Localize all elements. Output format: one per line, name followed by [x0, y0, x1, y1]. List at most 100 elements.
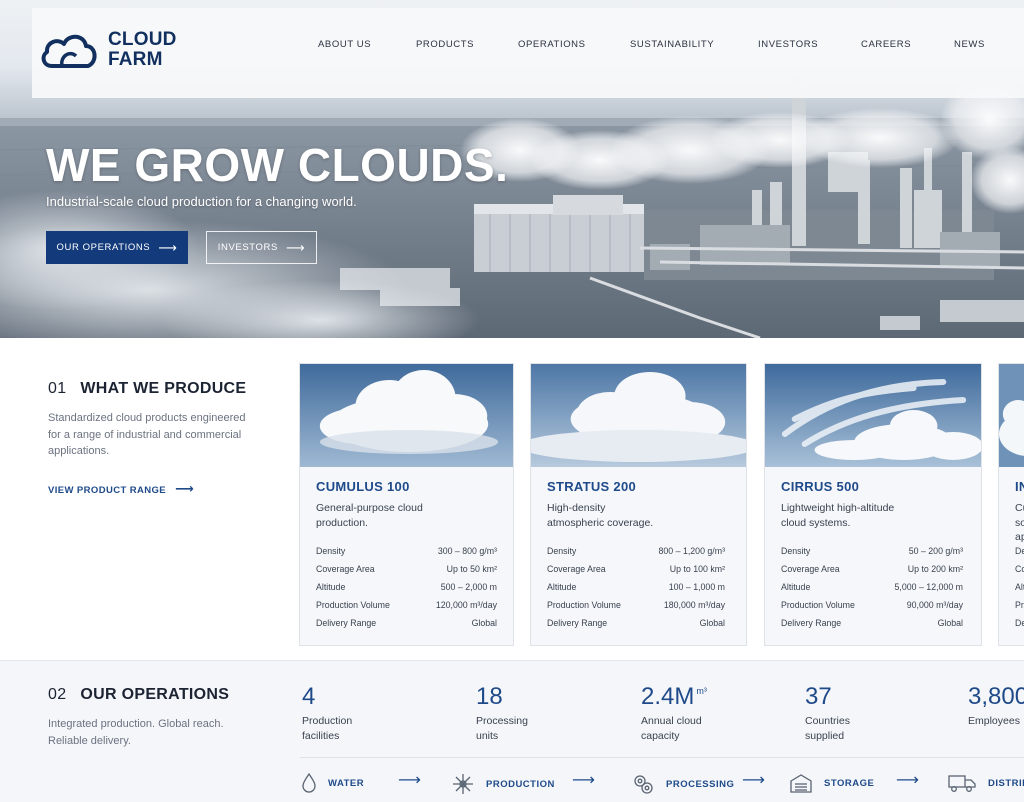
spec-label: Density	[781, 546, 811, 556]
snowflake-icon	[453, 774, 473, 794]
what-we-produce-section: 01 WHAT WE PRODUCE Standardized cloud pro…	[0, 338, 1024, 660]
flow-step-label: WATER	[328, 777, 365, 789]
stat-label: Employees	[968, 714, 1024, 729]
stat-value: 4	[302, 683, 352, 711]
nav-about-us[interactable]: ABOUT US	[318, 39, 371, 50]
investors-button[interactable]: INVESTORS ⟶	[206, 231, 317, 264]
spec-label: Delivery Range	[547, 618, 608, 628]
hero-subtitle: Industrial-scale cloud production for a …	[46, 194, 357, 209]
stat-label-line: capacity	[641, 730, 680, 742]
stat-label: Annual cloud capacity	[641, 714, 707, 744]
arrow-right-icon: ⟶	[175, 481, 195, 496]
flow-step-label: DISTRIB	[988, 777, 1024, 789]
product-name: CIRRUS 500	[781, 479, 860, 494]
spec-value: Global	[699, 618, 725, 628]
spec-value: 300 – 800 g/m³	[437, 546, 497, 556]
product-description: Cu so ap	[1015, 502, 1024, 543]
product-name: STRATUS 200	[547, 479, 637, 494]
stat-capacity: 2.4M m³ Annual cloud capacity	[641, 683, 707, 744]
product-card-partial[interactable]: IN Cu so ap De Co Alt Pr De	[998, 363, 1024, 646]
stat-label-line: Employees	[968, 715, 1020, 727]
spec-label: Altitude	[316, 582, 346, 592]
our-operations-section: 02 OUR OPERATIONS Integrated production. …	[0, 660, 1024, 802]
product-description: General-purpose cloud production.	[316, 502, 423, 529]
section-number: 02	[48, 686, 67, 703]
spec-value: 500 – 2,000 m	[440, 582, 497, 592]
arrow-right-icon: ⟶	[742, 772, 765, 789]
hero-title: WE GROW CLOUDS.	[46, 139, 509, 191]
nav-careers[interactable]: CAREERS	[861, 39, 911, 50]
flow-step-storage: STORAGE	[790, 773, 874, 793]
spec-row-coverage: Coverage Area Up to 100 km²	[547, 564, 725, 574]
stat-label: Countries supplied	[805, 714, 850, 744]
stat-number: 18	[476, 683, 503, 710]
spec-label: Delivery Range	[781, 618, 842, 628]
spec-value: Up to 100 km²	[669, 564, 725, 574]
arrow-right-icon: ⟶	[398, 772, 421, 789]
spec-value: 90,000 m³/day	[906, 600, 963, 610]
flow-step-label: PRODUCTION	[486, 778, 555, 790]
spec-label: Production Volume	[547, 600, 621, 610]
nav-operations[interactable]: OPERATIONS	[518, 39, 586, 50]
gears-icon	[634, 775, 653, 794]
product-card-cumulus[interactable]: CUMULUS 100 General-purpose cloud produc…	[299, 363, 514, 646]
card-body: CUMULUS 100 General-purpose cloud produc…	[316, 479, 499, 530]
spec-row-coverage: Coverage Area Up to 200 km²	[781, 564, 963, 574]
flow-step-processing: PROCESSING	[632, 773, 734, 795]
our-operations-button[interactable]: OUR OPERATIONS ⟶	[46, 231, 188, 264]
nav-news[interactable]: NEWS	[954, 39, 985, 50]
arrow-right-icon: ⟶	[896, 772, 919, 789]
investors-button-label: INVESTORS	[217, 242, 278, 253]
spec-row-delivery: Delivery Range Global	[781, 618, 963, 628]
spec-row-delivery: Delivery Range Global	[547, 618, 725, 628]
spec-row-altitude: Alt	[1015, 582, 1024, 592]
stat-employees: 3,800 Employees	[968, 683, 1024, 729]
card-body: STRATUS 200 High-density atmospheric cov…	[547, 479, 732, 530]
flow-step-label: STORAGE	[824, 777, 875, 789]
nav-investors[interactable]: INVESTORS	[758, 39, 818, 50]
spec-row-density: Density 800 – 1,200 g/m³	[547, 546, 725, 556]
spec-value: Global	[937, 618, 963, 628]
arrow-right-icon: ⟶	[285, 239, 306, 255]
spec-row-density: De	[1015, 546, 1024, 556]
stat-value: 37	[805, 683, 850, 711]
spec-row-coverage: Co	[1015, 564, 1024, 574]
section-description: Integrated production. Global reach. Rel…	[48, 718, 224, 747]
product-description: Lightweight high-altitude cloud systems.	[781, 502, 895, 529]
stat-label-line: supplied	[805, 730, 845, 742]
spec-row-volume: Production Volume 90,000 m³/day	[781, 600, 963, 610]
stat-label-line: Production	[302, 715, 353, 727]
spec-label: Coverage Area	[547, 564, 606, 574]
spec-label: Altitude	[547, 582, 577, 592]
main-nav: ABOUT US PRODUCTS OPERATIONS SUSTAINABIL…	[0, 39, 1024, 53]
product-card-cirrus[interactable]: CIRRUS 500 Lightweight high-altitude clo…	[764, 363, 982, 646]
flow-step-label: PROCESSING	[666, 778, 735, 790]
product-name: CUMULUS 100	[316, 479, 410, 494]
cloud-image	[999, 364, 1024, 467]
truck-icon	[948, 775, 976, 792]
spec-value: 50 – 200 g/m³	[908, 546, 963, 556]
spec-value: 120,000 m³/day	[435, 600, 497, 610]
view-product-range-link[interactable]: VIEW PRODUCT RANGE ⟶	[48, 481, 195, 496]
arrow-right-icon: ⟶	[158, 239, 178, 255]
spec-row-volume: Production Volume 180,000 m³/day	[547, 600, 725, 610]
nav-sustainability[interactable]: SUSTAINABILITY	[630, 39, 714, 50]
spec-label: Coverage Area	[781, 564, 840, 574]
brand-name-line2: FARM	[108, 49, 163, 70]
stat-value: 3,800	[968, 683, 1024, 711]
spec-value: Global	[471, 618, 497, 628]
product-card-stratus[interactable]: STRATUS 200 High-density atmospheric cov…	[530, 363, 747, 646]
water-drop-icon	[302, 773, 316, 793]
nav-products[interactable]: PRODUCTS	[416, 39, 474, 50]
spec-label: Co	[1015, 564, 1024, 574]
stat-number: 4	[302, 683, 316, 710]
section-title-produce: 01 WHAT WE PRODUCE	[48, 380, 246, 398]
stat-label: Production facilities	[302, 714, 352, 744]
spec-label: Coverage Area	[316, 564, 375, 574]
stat-label-line: Countries	[805, 715, 850, 727]
stat-unit: m³	[696, 686, 707, 696]
spec-label: De	[1015, 546, 1024, 556]
stat-number: 2.4M	[641, 683, 695, 710]
spec-row-altitude: Altitude 500 – 2,000 m	[316, 582, 497, 592]
flow-step-distribution: DISTRIB	[948, 773, 1024, 793]
